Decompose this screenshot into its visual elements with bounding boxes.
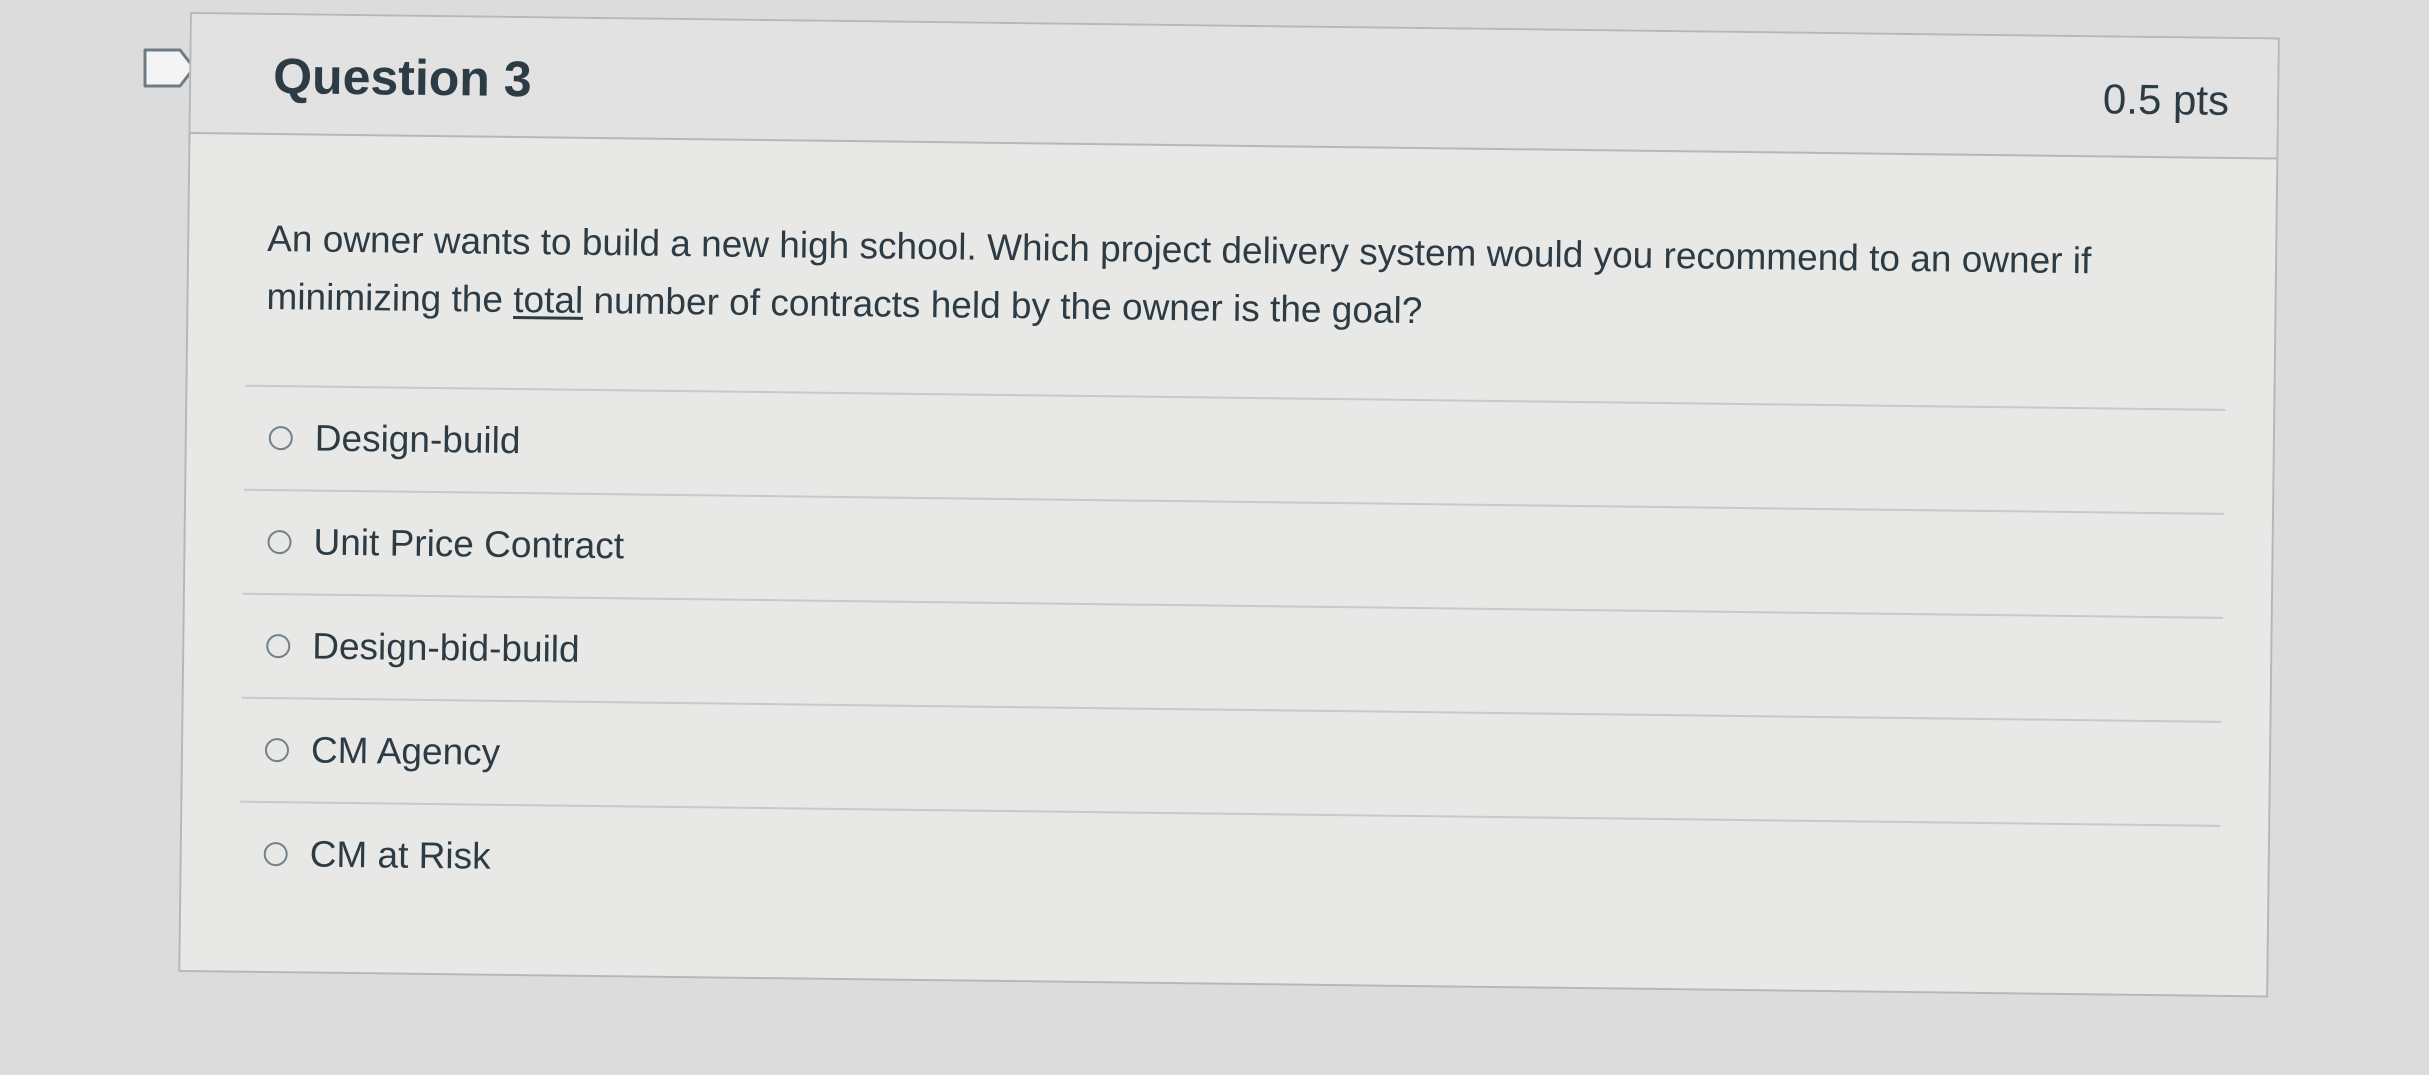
question-title: Question 3	[272, 48, 532, 108]
radio-button-icon[interactable]	[264, 737, 290, 763]
question-text-after: number of contracts held by the owner is…	[582, 279, 1423, 332]
answer-label: CM at Risk	[309, 833, 491, 877]
radio-button-icon[interactable]	[263, 841, 288, 867]
radio-button-icon[interactable]	[268, 425, 293, 451]
radio-button-icon[interactable]	[266, 633, 291, 659]
question-points: 0.5 pts	[2102, 75, 2230, 124]
question-text: An owner wants to build a new high schoo…	[266, 210, 2227, 350]
answer-label: Design-build	[314, 417, 521, 462]
question-text-underlined: total	[513, 278, 584, 321]
answer-label: Design-bid-build	[312, 625, 580, 670]
answer-label: Unit Price Contract	[313, 521, 625, 567]
answer-list: Design-build Unit Price Contract Design-…	[239, 384, 2226, 929]
radio-button-icon[interactable]	[267, 529, 292, 555]
question-header: Question 3 0.5 pts	[190, 14, 2278, 160]
answer-label: CM Agency	[310, 729, 501, 773]
question-card: Question 3 0.5 pts An owner wants to bui…	[178, 12, 2280, 998]
